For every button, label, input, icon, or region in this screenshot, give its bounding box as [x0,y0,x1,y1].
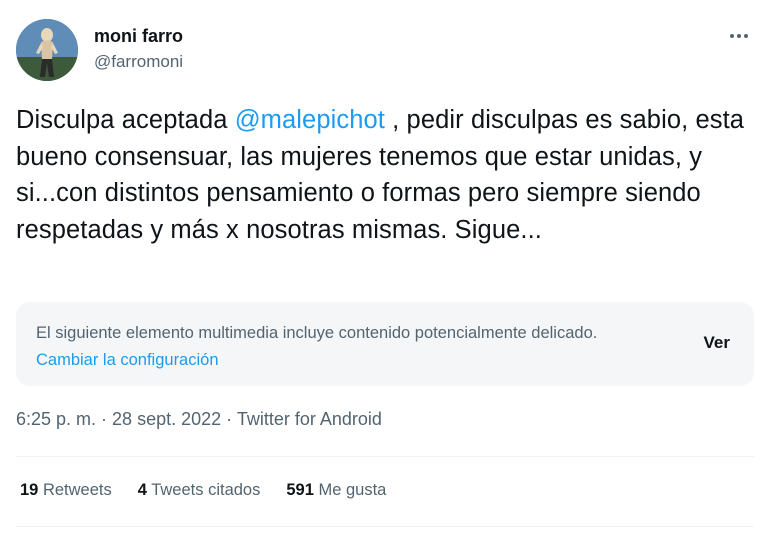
quotes-label: Tweets citados [151,481,261,499]
tweet-time[interactable]: 6:25 p. m. [16,409,96,429]
more-dot [737,34,741,38]
tweet-source: Twitter for Android [236,409,382,429]
retweets-stat[interactable]: 19 Retweets [20,481,112,500]
avatar[interactable] [16,19,78,81]
quotes-stat[interactable]: 4 Tweets citados [138,481,261,500]
meta-separator: · [221,409,237,429]
divider [16,456,754,457]
quotes-count: 4 [137,481,147,499]
tweet-meta: 6:25 p. m. · 28 sept. 2022 · Twitter for… [16,409,382,430]
meta-separator: · [96,409,113,429]
tweet-text: Disculpa aceptada @malepichot , pedir di… [16,102,746,248]
author-name[interactable]: moni farro [94,26,183,47]
view-media-button[interactable]: Ver [704,333,730,353]
more-dot [744,34,748,38]
retweets-label: Retweets [42,481,112,499]
warning-text: El siguiente elemento multimedia incluye… [36,320,656,374]
divider [16,526,754,527]
tweet-date[interactable]: 28 sept. 2022 [112,409,221,429]
retweets-count: 19 [20,481,39,499]
likes-label: Me gusta [318,481,387,499]
likes-stat[interactable]: 591 Me gusta [286,481,386,500]
author-handle[interactable]: @farromoni [94,52,183,72]
avatar-image [16,19,78,81]
mention-link[interactable]: @malepichot [235,106,385,134]
more-dot [730,34,734,38]
likes-count: 591 [286,481,314,499]
tweet-text-before: Disculpa aceptada [16,106,235,134]
tweet: moni farro @farromoni Disculpa aceptada … [0,0,767,540]
change-settings-link[interactable]: Cambiar la configuración [36,351,219,369]
more-horizontal-icon[interactable] [724,24,754,48]
tweet-stats: 19 Retweets 4 Tweets citados 591 Me gust… [20,481,386,500]
sensitive-media-warning: El siguiente elemento multimedia incluye… [16,302,754,386]
warning-message: El siguiente elemento multimedia incluye… [36,324,598,342]
